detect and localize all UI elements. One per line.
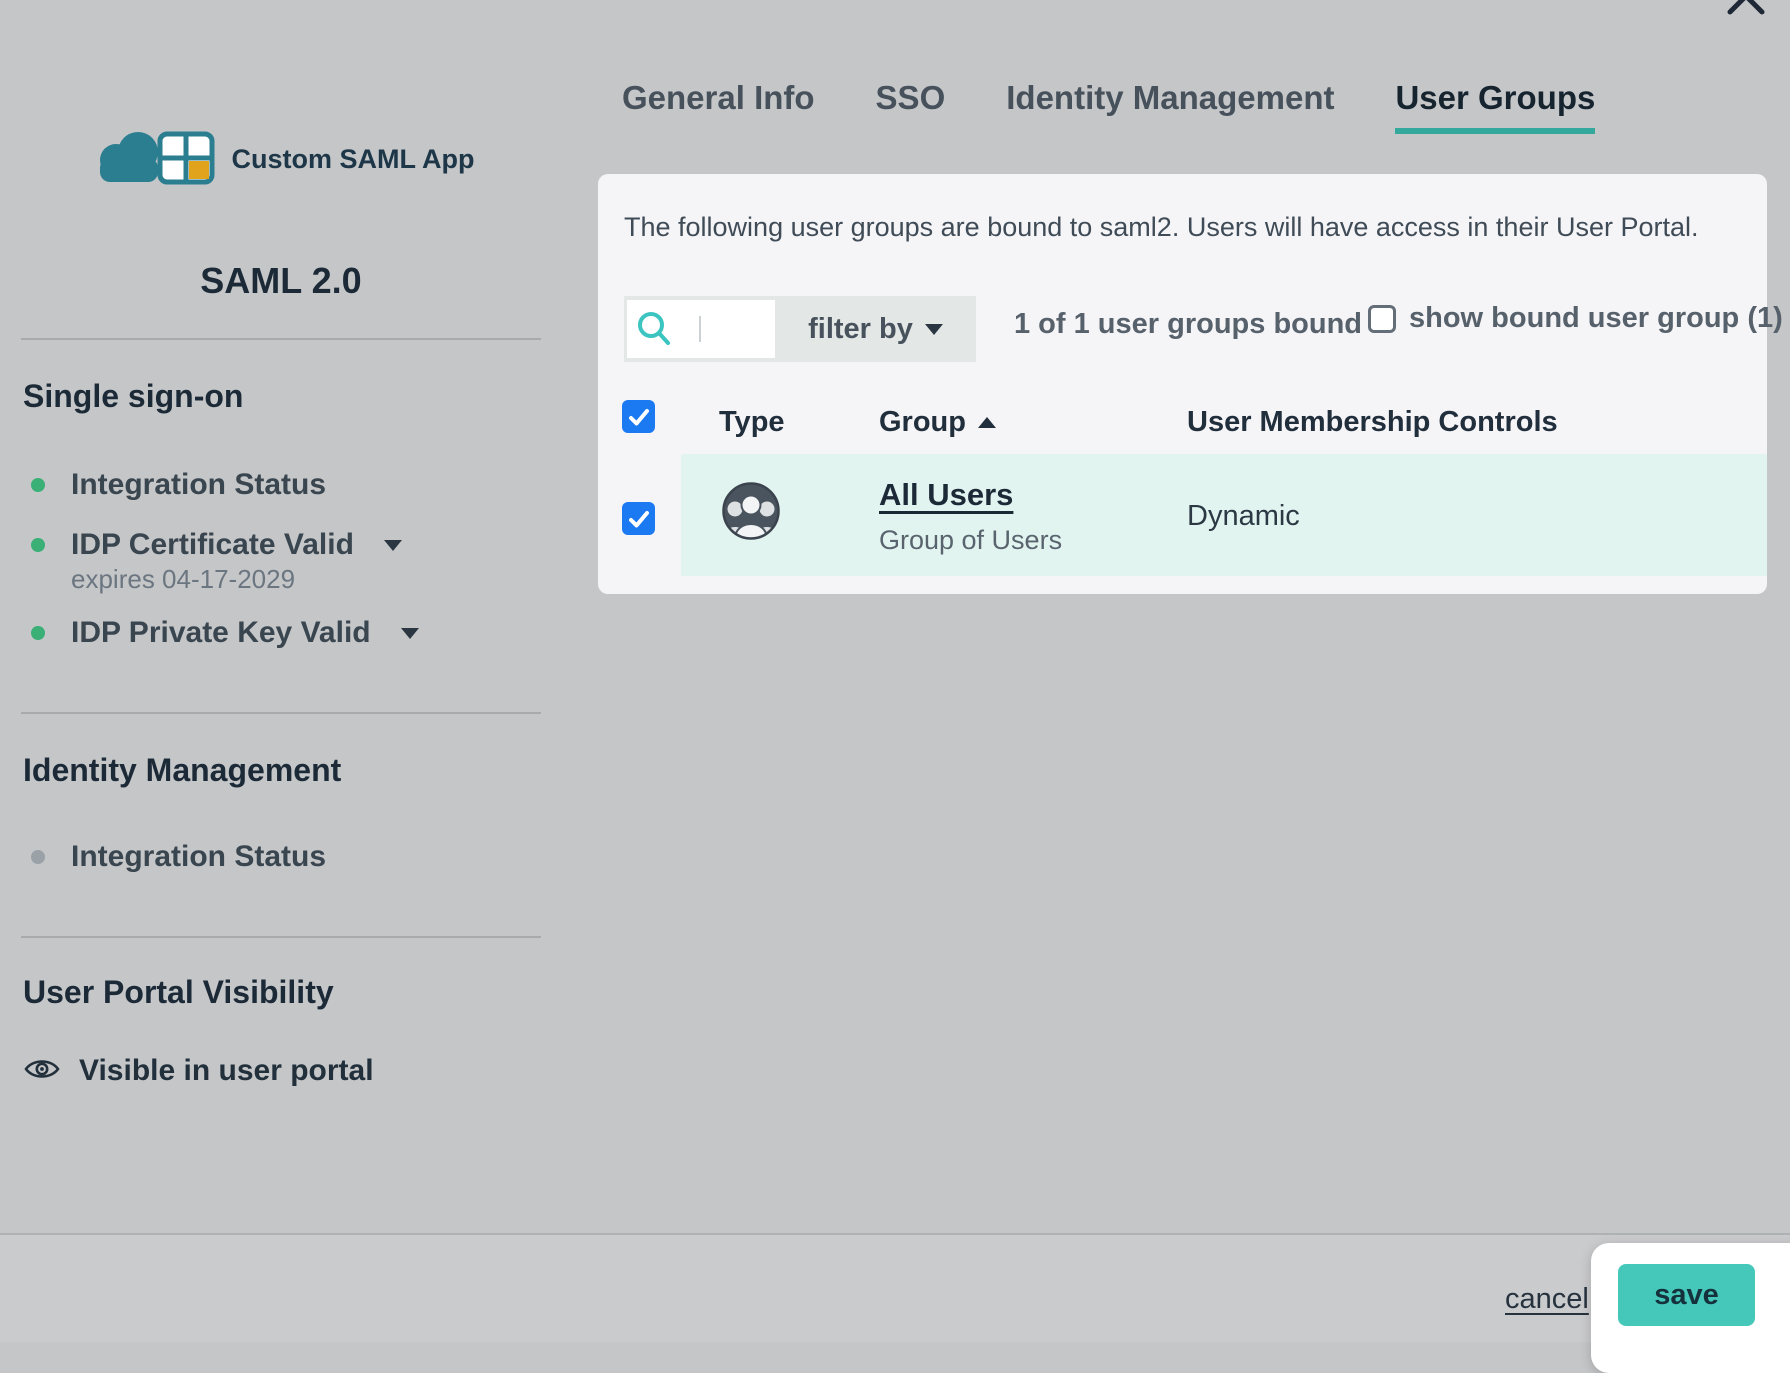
column-header-membership[interactable]: User Membership Controls xyxy=(1187,406,1558,439)
select-all-checkbox[interactable] xyxy=(622,400,655,433)
idp-certificate-valid[interactable]: IDP Certificate Valid xyxy=(31,528,402,562)
check-icon xyxy=(626,506,652,532)
idm-section-title: Identity Management xyxy=(23,752,341,789)
eye-icon xyxy=(23,1055,61,1088)
search-input[interactable] xyxy=(673,300,771,358)
chevron-down-icon xyxy=(925,324,943,335)
sidebar-divider xyxy=(21,712,541,714)
tab-bar: General Info SSO Identity Management Use… xyxy=(622,78,1595,134)
show-bound-checkbox[interactable] xyxy=(1368,305,1396,333)
table-row[interactable]: All Users Group of Users Dynamic xyxy=(681,454,1767,576)
footer-divider xyxy=(0,1233,1790,1235)
tab-sso[interactable]: SSO xyxy=(876,78,946,134)
group-name-link[interactable]: All Users xyxy=(879,477,1013,513)
app-logo: Custom SAML App xyxy=(21,126,541,193)
search-box xyxy=(627,300,775,358)
column-header-type[interactable]: Type xyxy=(719,406,785,439)
visible-in-user-portal: Visible in user portal xyxy=(23,1054,374,1088)
sidebar-divider xyxy=(21,338,541,340)
status-dot-green xyxy=(31,538,45,552)
app-logo-label: Custom SAML App xyxy=(232,144,475,175)
row-checkbox[interactable] xyxy=(622,502,655,535)
status-dot-green xyxy=(31,626,45,640)
filter-by-dropdown[interactable]: filter by xyxy=(775,313,976,346)
status-dot-gray xyxy=(31,850,45,864)
group-of-users-icon xyxy=(721,481,781,541)
sidebar-divider xyxy=(21,936,541,938)
user-groups-panel: The following user groups are bound to s… xyxy=(598,174,1767,594)
cancel-button[interactable]: cancel xyxy=(1505,1283,1589,1316)
chevron-down-icon xyxy=(401,628,419,639)
sort-asc-icon xyxy=(978,417,996,428)
tab-general-info[interactable]: General Info xyxy=(622,78,815,134)
sso-section-title: Single sign-on xyxy=(23,378,243,415)
bound-groups-summary: 1 of 1 user groups bound xyxy=(1014,308,1362,341)
certificate-expiry: expires 04-17-2029 xyxy=(71,564,295,595)
search-icon xyxy=(635,310,675,355)
portal-section-title: User Portal Visibility xyxy=(23,974,334,1011)
check-icon xyxy=(626,404,652,430)
custom-saml-app-icon xyxy=(88,126,220,193)
save-button-card: save xyxy=(1591,1243,1790,1373)
show-bound-toggle[interactable]: show bound user group (1) xyxy=(1368,302,1783,335)
save-button[interactable]: save xyxy=(1618,1264,1755,1326)
idp-private-key-valid[interactable]: IDP Private Key Valid xyxy=(31,616,419,650)
status-dot-green xyxy=(31,478,45,492)
close-icon[interactable] xyxy=(1724,0,1768,18)
search-filter-toolbar: filter by xyxy=(624,296,976,362)
idm-integration-status: Integration Status xyxy=(31,840,326,874)
panel-description: The following user groups are bound to s… xyxy=(624,212,1699,243)
group-subtitle: Group of Users xyxy=(879,525,1062,556)
protocol-title: SAML 2.0 xyxy=(21,260,541,302)
chevron-down-icon xyxy=(384,540,402,551)
sso-integration-status: Integration Status xyxy=(31,468,326,502)
tab-user-groups[interactable]: User Groups xyxy=(1395,78,1595,134)
text-cursor xyxy=(699,316,701,342)
tab-identity-management[interactable]: Identity Management xyxy=(1006,78,1334,134)
column-header-group[interactable]: Group xyxy=(879,406,996,439)
membership-controls-value: Dynamic xyxy=(1187,500,1300,533)
